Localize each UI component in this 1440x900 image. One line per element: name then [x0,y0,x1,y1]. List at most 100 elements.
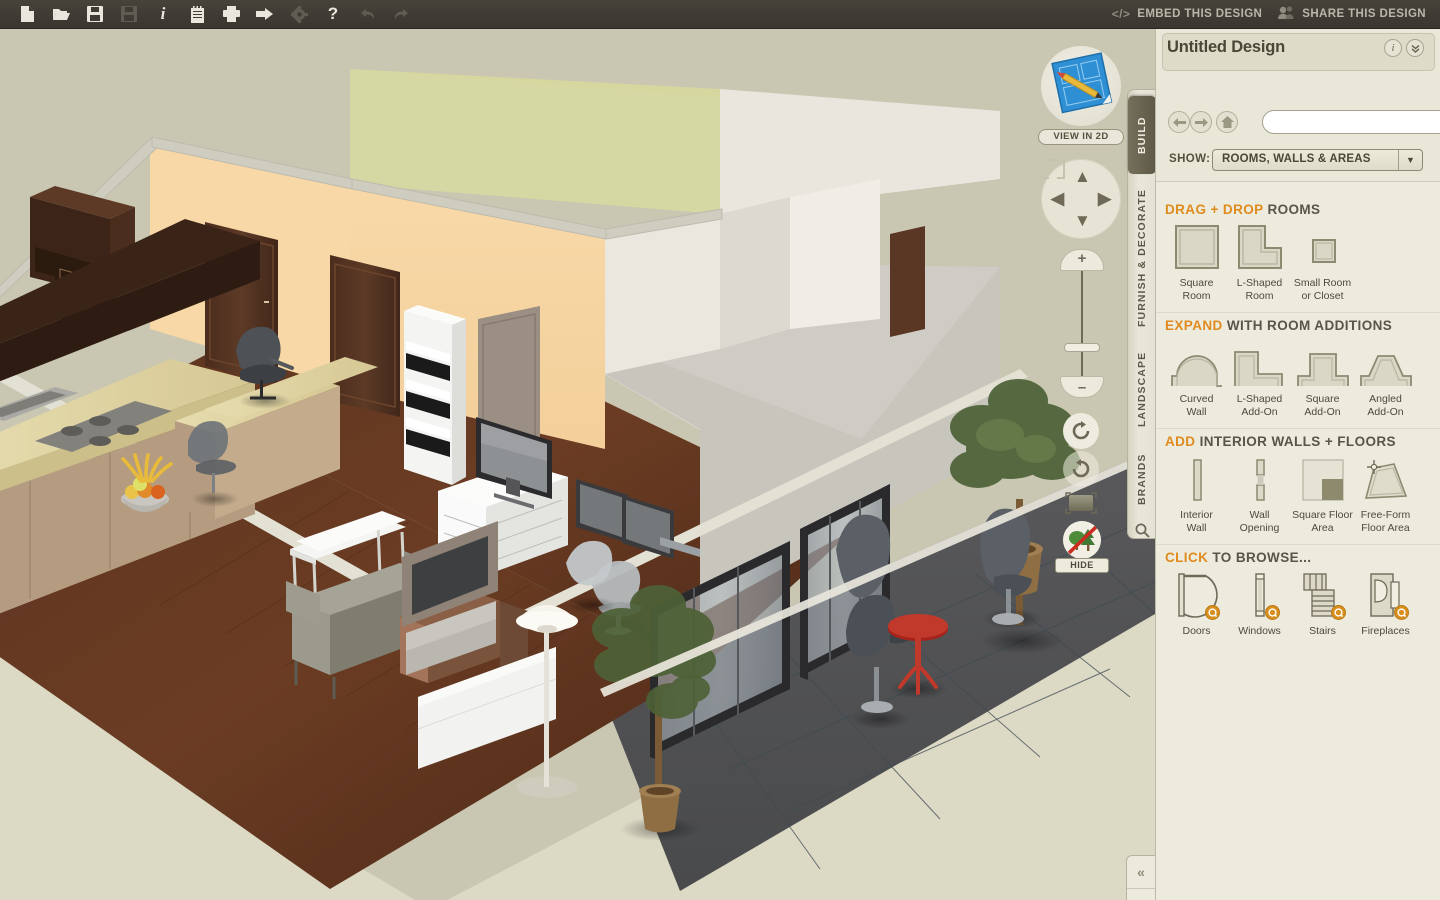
small-room-icon [1298,224,1348,272]
panel-info-icon[interactable]: i [1384,39,1402,57]
tool-label: Doors [1182,625,1211,637]
pan-left-button[interactable]: ◀ [1051,189,1064,209]
right-panel: Untitled Design i SHOW: ROOMS, WALLS & A… [1155,29,1440,900]
zoom-slider-handle[interactable] [1064,343,1100,352]
expand-panel-button[interactable]: » [1127,890,1155,900]
share-label: SHARE THIS DESIGN [1302,8,1426,20]
show-filter-value: ROOMS, WALLS & AREAS [1222,153,1371,165]
embed-this-design-button[interactable]: </> EMBED THIS DESIGN [1112,7,1263,21]
search-input[interactable] [1273,113,1440,132]
pan-dpad[interactable]: ▲ ▼ ◀ ▶ [1041,159,1121,239]
tool-curved-wall[interactable]: Curved Wall [1165,340,1228,418]
panel-search-box[interactable] [1262,110,1440,134]
hide-landscape-button[interactable] [1063,521,1101,559]
info-icon[interactable]: i [146,0,180,28]
browse-badge-icon [1204,605,1220,620]
tool-small-room-or-closet[interactable]: Small Room or Closet [1291,224,1354,302]
tool-l-shaped-add-on[interactable]: L-Shaped Add-On [1228,340,1291,418]
view-in-2d-button[interactable]: VIEW IN 2D [1038,129,1124,145]
browse-badge-icon [1393,605,1409,620]
tool-stairs[interactable]: Stairs [1291,572,1354,638]
tool-label: Square Add-On [1304,393,1341,418]
page-title: Untitled Design [1167,38,1286,56]
sidebar-tab-furnish-decorate[interactable]: FURNISH & DECORATE [1128,182,1155,334]
tool-windows[interactable]: Windows [1228,572,1291,638]
tool-free-form-floor-area[interactable]: Free-Form Floor Area [1354,456,1417,534]
show-filter-select[interactable]: ROOMS, WALLS & AREAS ▼ [1212,149,1423,171]
nav-home-button[interactable] [1216,111,1238,133]
open-folder-icon[interactable] [44,0,78,28]
pan-down-button[interactable]: ▼ [1074,211,1091,231]
nav-forward-button[interactable] [1190,111,1212,133]
help-icon[interactable]: ? [316,0,350,28]
nav-back-button[interactable] [1168,111,1190,133]
section-title: EXPAND WITH ROOM ADDITIONS [1165,318,1392,333]
tool-label: Curved Wall [1179,393,1214,418]
section-title: CLICK TO BROWSE... [1165,550,1311,565]
sidebar-tab-brands[interactable]: BRANDS [1128,444,1155,514]
sidebar-search-icon[interactable] [1128,518,1155,542]
sidebar-tab-landscape[interactable]: LANDSCAPE [1128,340,1155,438]
view-in-2d-icon[interactable] [1041,46,1121,126]
tool-doors[interactable]: Doors [1165,572,1228,638]
embed-label: EMBED THIS DESIGN [1137,8,1263,20]
tool-label: Stairs [1309,625,1336,637]
mode-tab-strip: BUILD FURNISH & DECORATE LANDSCAPE BRAND… [1127,89,1155,539]
tool-wall-opening[interactable]: Wall Opening [1228,456,1291,534]
rotate-clockwise-button[interactable] [1063,451,1099,487]
section-accent: DRAG + DROP [1165,202,1264,217]
free-form-floor-area-icon [1360,456,1412,504]
square-floor-area-icon [1298,456,1348,504]
tool-square-add-on[interactable]: Square Add-On [1291,340,1354,418]
hide-label[interactable]: HIDE [1055,558,1109,573]
section-title: ADD INTERIOR WALLS + FLOORS [1165,434,1396,449]
panel-collapse-icon[interactable] [1406,39,1424,57]
rotate-counterclockwise-button[interactable] [1063,413,1099,449]
toolbar-right-links: </> EMBED THIS DESIGN SHARE THIS DESIGN [1112,5,1440,23]
save-as-icon[interactable] [112,0,146,28]
toolbar-icon-group: i ? [0,0,418,28]
redo-icon[interactable] [384,0,418,28]
chevron-down-icon[interactable]: ▼ [1398,150,1422,170]
angled-addon-icon [1358,340,1414,388]
pan-right-button[interactable]: ▶ [1098,189,1111,209]
floorplan-3d-render[interactable] [0,29,1155,900]
show-filter-label: SHOW: [1169,153,1211,165]
tool-label: Fireplaces [1361,625,1410,637]
save-icon[interactable] [78,0,112,28]
section-rest: WITH ROOM ADDITIONS [1222,318,1393,333]
new-document-icon[interactable] [10,0,44,28]
material-swatch-button[interactable] [1065,492,1097,514]
l-shaped-addon-icon [1232,340,1288,388]
interior-wall-icon [1175,456,1219,504]
section-items: Doors Windows Stairs Fireplaces [1156,572,1440,638]
section-items: Interior Wall Wall Opening Square Floor Are… [1156,456,1440,534]
square-room-icon [1172,224,1222,272]
collapse-panel-button[interactable]: « [1127,856,1155,889]
top-toolbar: i ? </> EMBED THIS DESIGN SHARE THIS DES… [0,0,1440,29]
section-divider [1156,544,1440,545]
tool-l-shaped-room[interactable]: L-Shaped Room [1228,224,1291,302]
sidebar-tab-build[interactable]: BUILD [1128,96,1155,174]
undo-icon[interactable] [350,0,384,28]
tool-square-room[interactable]: Square Room [1165,224,1228,302]
tool-interior-wall[interactable]: Interior Wall [1165,456,1228,534]
notes-icon[interactable] [180,0,214,28]
export-icon[interactable] [248,0,282,28]
design-viewport-3d[interactable]: VIEW IN 2D ▲ ▼ ◀ ▶ + – HIDE BUILD FURNIS… [0,29,1155,900]
tool-angled-add-on[interactable]: Angled Add-On [1354,340,1417,418]
panel-nav-row [1156,75,1440,143]
tool-fireplaces[interactable]: Fireplaces [1354,572,1417,638]
tool-label: Angled Add-On [1367,393,1404,418]
settings-gear-icon[interactable] [282,0,316,28]
section-accent: ADD [1165,434,1196,449]
tool-square-floor-area[interactable]: Square Floor Area [1291,456,1354,534]
fireplace-icon [1361,572,1411,620]
section-rest: ROOMS [1263,202,1321,217]
print-icon[interactable] [214,0,248,28]
zoom-slider-track[interactable] [1081,251,1083,396]
pan-up-button[interactable]: ▲ [1074,167,1091,187]
share-this-design-button[interactable]: SHARE THIS DESIGN [1278,5,1426,23]
section-accent: EXPAND [1165,318,1223,333]
section-items: Square Room L-Shaped Room Small Room or Clo… [1156,224,1440,302]
